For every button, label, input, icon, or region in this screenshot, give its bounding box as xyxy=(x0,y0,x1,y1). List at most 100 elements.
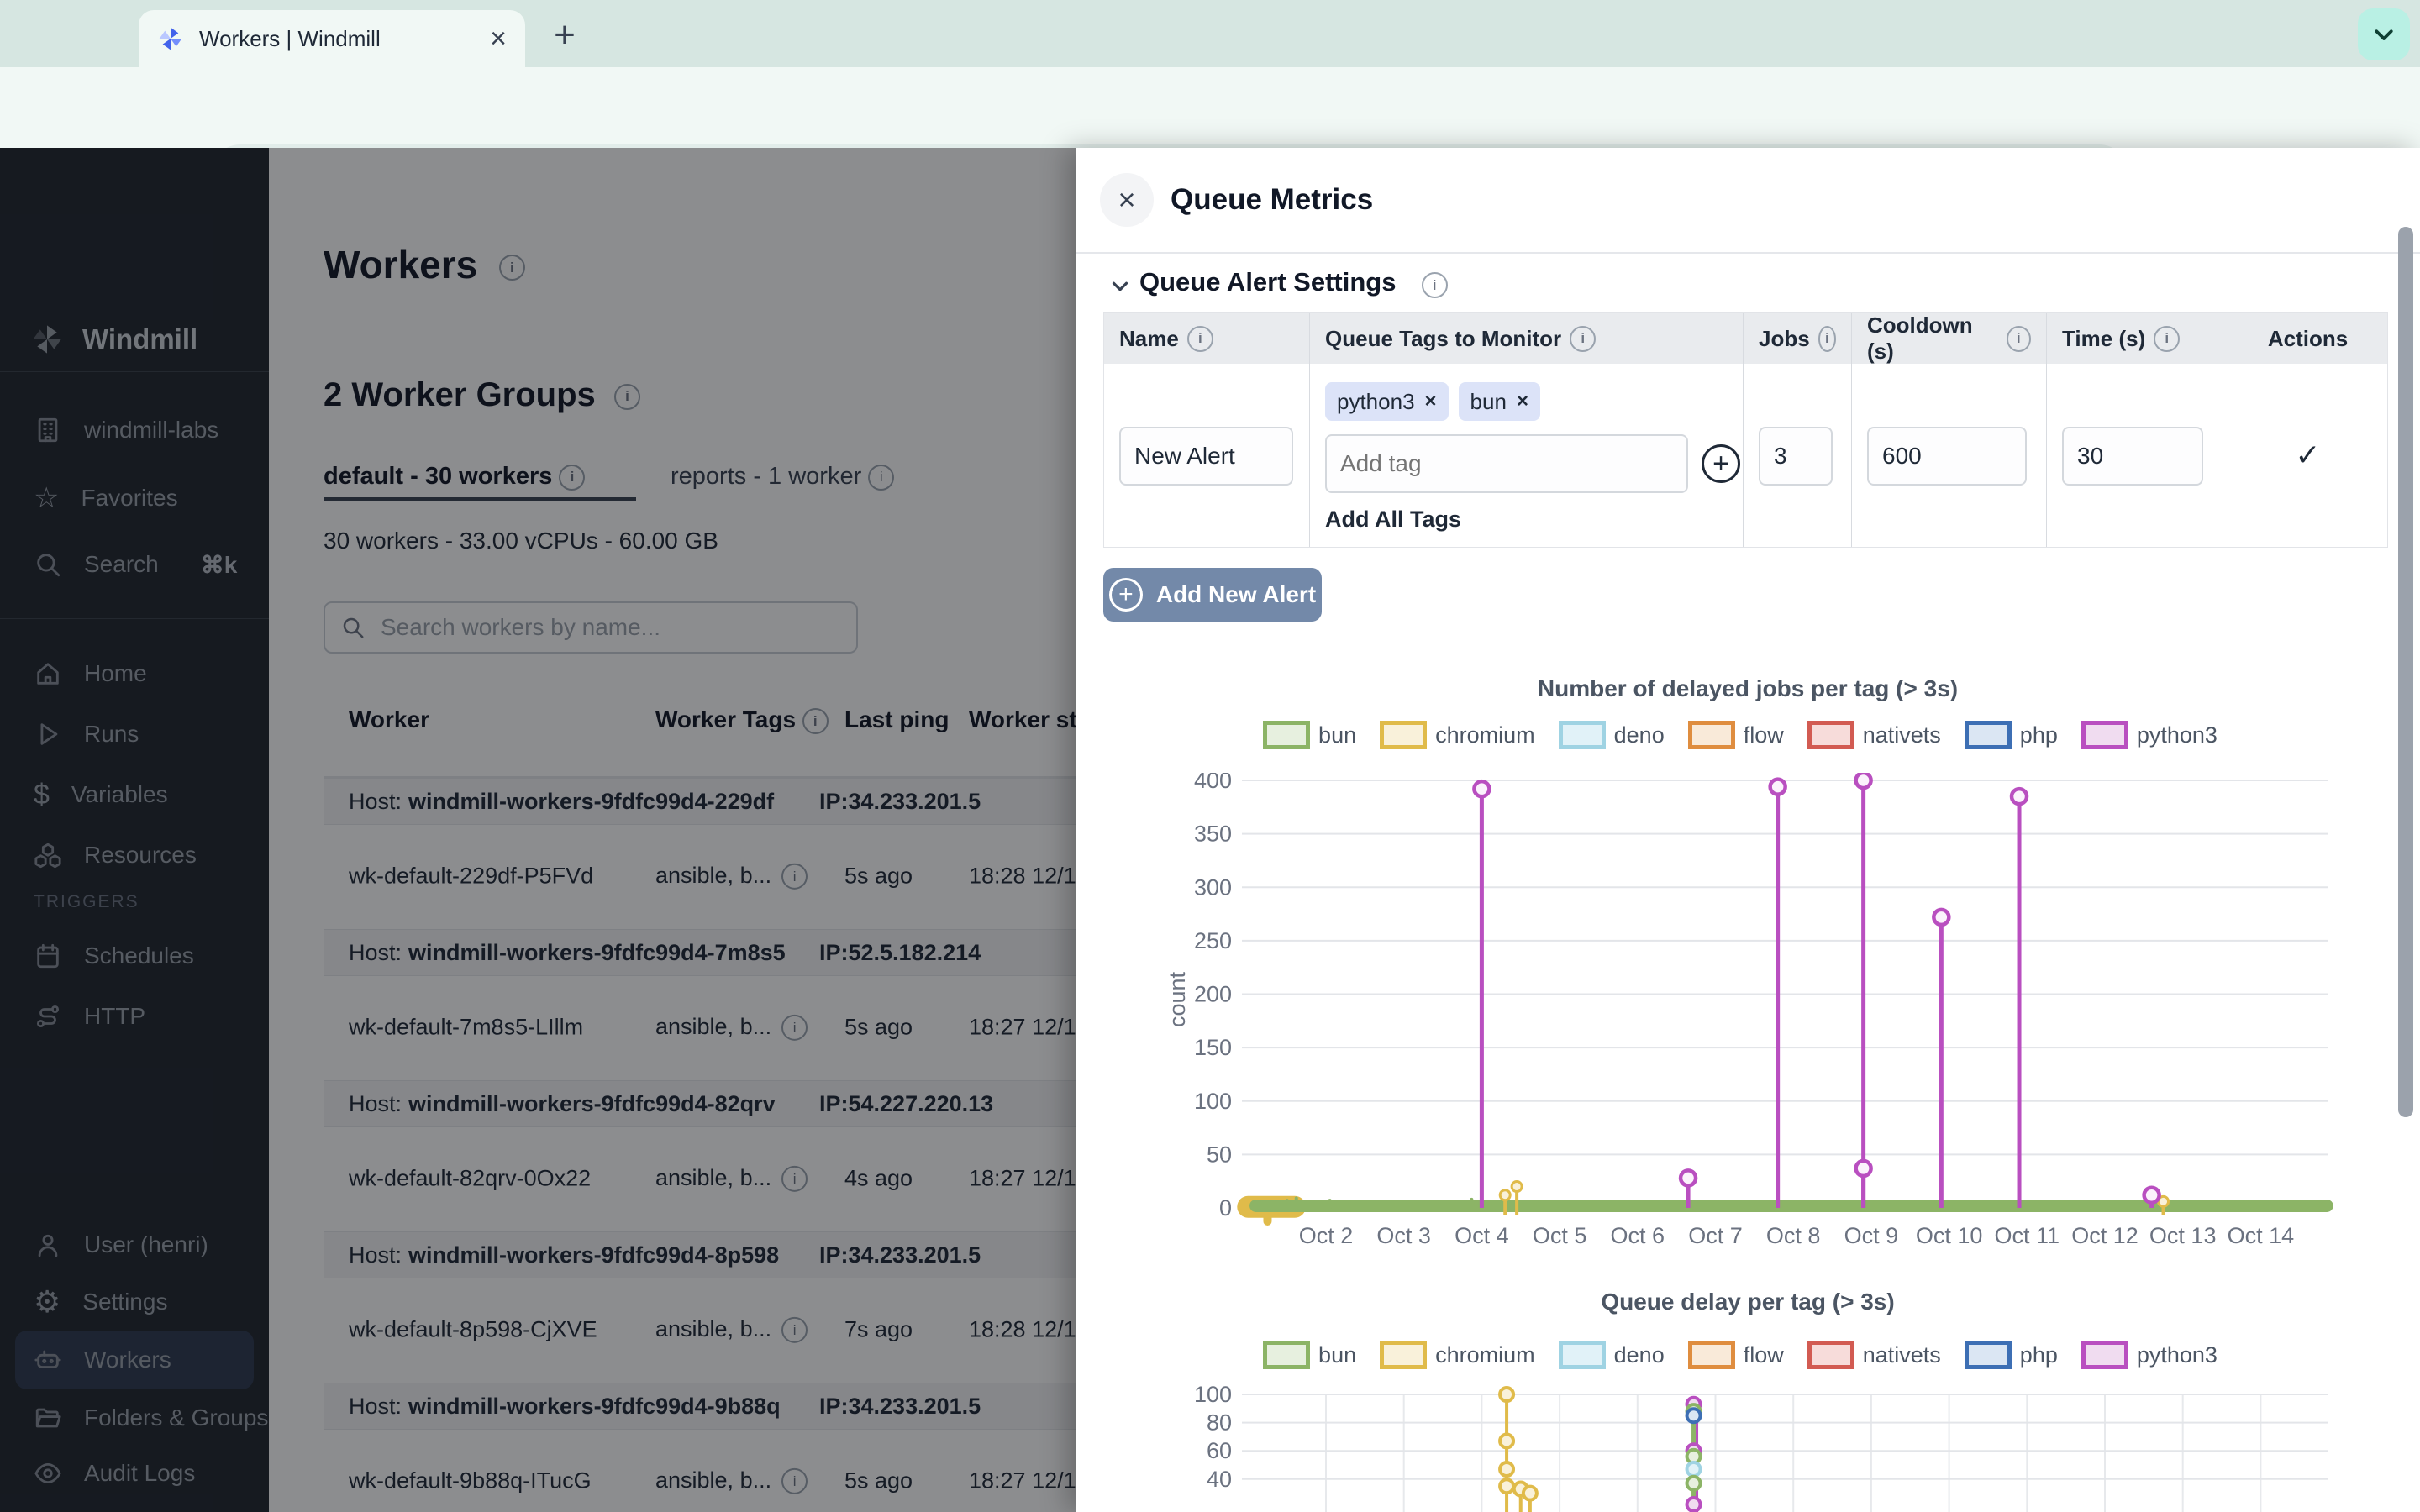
info-icon[interactable] xyxy=(2154,326,2180,352)
add-new-alert-button[interactable]: + Add New Alert xyxy=(1103,568,1322,622)
legend-item-python3[interactable]: python3 xyxy=(2081,1341,2217,1369)
add-tag-button[interactable]: + xyxy=(1702,444,1740,483)
svg-text:80: 80 xyxy=(1207,1410,1232,1436)
legend-swatch xyxy=(1559,1341,1606,1369)
browser-tabstrip: Workers | Windmill × + xyxy=(0,0,2420,67)
tag-chip-python3[interactable]: python3× xyxy=(1325,382,1449,421)
drawer-backdrop[interactable] xyxy=(0,148,1076,1512)
svg-text:60: 60 xyxy=(1207,1438,1232,1463)
svg-text:100: 100 xyxy=(1194,1089,1232,1114)
remove-tag-icon[interactable]: × xyxy=(1517,390,1528,413)
svg-text:50: 50 xyxy=(1207,1142,1232,1167)
svg-text:Oct 6: Oct 6 xyxy=(1611,1223,1665,1248)
legend-swatch xyxy=(2081,1341,2128,1369)
tab-close-icon[interactable]: × xyxy=(490,24,507,53)
chart2-title: Queue delay per tag (> 3s) xyxy=(1076,1289,2420,1315)
browser-toolbar: app.windmill.dev/workers ☆ ⋮ xyxy=(0,67,2420,148)
legend-swatch xyxy=(1688,1341,1735,1369)
info-icon[interactable] xyxy=(1422,272,1448,298)
chart2-legend: bun chromium deno flow nativets php python3 xyxy=(1076,1341,2420,1369)
info-icon[interactable] xyxy=(1187,326,1213,352)
col-time: Time (s) xyxy=(2047,313,2228,364)
close-button[interactable]: × xyxy=(1100,173,1154,227)
svg-text:Oct 5: Oct 5 xyxy=(1533,1223,1587,1248)
screen: Workers | Windmill × + app.windmill.dev/… xyxy=(0,0,2420,1512)
new-tab-button[interactable]: + xyxy=(543,13,587,57)
legend-label: php xyxy=(2020,722,2058,748)
add-tag-input[interactable] xyxy=(1325,434,1688,493)
legend-label: php xyxy=(2020,1342,2058,1368)
legend-item-nativets[interactable]: nativets xyxy=(1807,721,1941,749)
legend-label: flow xyxy=(1744,722,1784,748)
legend-item-flow[interactable]: flow xyxy=(1688,721,1784,749)
alert-row: python3× bun× + Add All Tags xyxy=(1104,364,2387,547)
close-icon: × xyxy=(1118,182,1135,218)
legend-swatch xyxy=(1559,721,1606,749)
drawer-scrollbar[interactable] xyxy=(2398,227,2413,1117)
svg-text:100: 100 xyxy=(1194,1386,1232,1407)
info-icon[interactable] xyxy=(2007,326,2032,352)
info-icon[interactable] xyxy=(1570,326,1596,352)
alert-name-input[interactable] xyxy=(1119,427,1293,486)
tab-title: Workers | Windmill xyxy=(199,26,490,52)
legend-label: deno xyxy=(1614,722,1665,748)
svg-text:0: 0 xyxy=(1219,1195,1232,1221)
svg-text:Oct 2: Oct 2 xyxy=(1299,1223,1354,1248)
alert-table-header: Name Queue Tags to Monitor Jobs Cooldown… xyxy=(1104,313,2387,364)
windmill-favicon xyxy=(157,25,184,52)
svg-text:Oct 10: Oct 10 xyxy=(1916,1223,1983,1248)
queue-delay-chart: 406080100 xyxy=(1168,1386,2344,1512)
legend-item-python3[interactable]: python3 xyxy=(2081,721,2217,749)
legend-item-chromium[interactable]: chromium xyxy=(1380,721,1535,749)
svg-text:200: 200 xyxy=(1194,982,1232,1007)
legend-item-deno[interactable]: deno xyxy=(1559,1341,1665,1369)
svg-text:350: 350 xyxy=(1194,822,1232,847)
legend-label: python3 xyxy=(2137,722,2217,748)
info-icon[interactable] xyxy=(1818,326,1836,352)
svg-text:Oct 11: Oct 11 xyxy=(1995,1223,2060,1248)
confirm-check-icon[interactable]: ✓ xyxy=(2295,438,2320,473)
remove-tag-icon[interactable]: × xyxy=(1425,390,1437,413)
legend-item-flow[interactable]: flow xyxy=(1688,1341,1784,1369)
legend-item-php[interactable]: php xyxy=(1965,721,2058,749)
window-chevron-button[interactable] xyxy=(2358,8,2410,60)
legend-label: bun xyxy=(1318,1342,1356,1368)
legend-swatch xyxy=(1688,721,1735,749)
legend-label: python3 xyxy=(2137,1342,2217,1368)
legend-item-chromium[interactable]: chromium xyxy=(1380,1341,1535,1369)
add-all-tags-link[interactable]: Add All Tags xyxy=(1325,507,1461,533)
cooldown-input[interactable] xyxy=(1867,427,2027,486)
delayed-jobs-chart: 050100150200250300350400Oct 2Oct 3Oct 4O… xyxy=(1168,773,2344,1260)
legend-item-php[interactable]: php xyxy=(1965,1341,2058,1369)
drawer-title: Queue Metrics xyxy=(1171,183,1373,217)
col-cooldown: Cooldown (s) xyxy=(1852,313,2047,364)
svg-text:Oct 12: Oct 12 xyxy=(2071,1223,2139,1248)
chevron-down-icon[interactable] xyxy=(1107,274,1133,299)
svg-text:Oct 4: Oct 4 xyxy=(1455,1223,1509,1248)
plus-icon: + xyxy=(1712,448,1729,480)
legend-item-nativets[interactable]: nativets xyxy=(1807,1341,1941,1369)
svg-text:300: 300 xyxy=(1194,874,1232,900)
legend-swatch xyxy=(1263,1341,1310,1369)
legend-swatch xyxy=(1807,721,1854,749)
col-name: Name xyxy=(1104,313,1310,364)
svg-text:Oct 8: Oct 8 xyxy=(1766,1223,1821,1248)
svg-text:Oct 14: Oct 14 xyxy=(2228,1223,2295,1248)
legend-swatch xyxy=(1965,721,2012,749)
legend-swatch xyxy=(1807,1341,1854,1369)
time-input[interactable] xyxy=(2062,427,2203,486)
col-jobs: Jobs xyxy=(1744,313,1852,364)
col-queue-tags: Queue Tags to Monitor xyxy=(1310,313,1744,364)
legend-swatch xyxy=(1965,1341,2012,1369)
legend-item-deno[interactable]: deno xyxy=(1559,721,1665,749)
queue-alert-settings-heading[interactable]: Queue Alert Settings xyxy=(1139,267,1396,297)
plus-circle-icon: + xyxy=(1109,578,1143,612)
legend-item-bun[interactable]: bun xyxy=(1263,1341,1356,1369)
tag-chip-bun[interactable]: bun× xyxy=(1459,382,1540,421)
svg-text:Oct 3: Oct 3 xyxy=(1376,1223,1431,1248)
legend-item-bun[interactable]: bun xyxy=(1263,721,1356,749)
alert-settings-table: Name Queue Tags to Monitor Jobs Cooldown… xyxy=(1103,312,2388,548)
svg-text:150: 150 xyxy=(1194,1035,1232,1060)
browser-tab[interactable]: Workers | Windmill × xyxy=(139,10,525,67)
jobs-input[interactable] xyxy=(1759,427,1833,486)
